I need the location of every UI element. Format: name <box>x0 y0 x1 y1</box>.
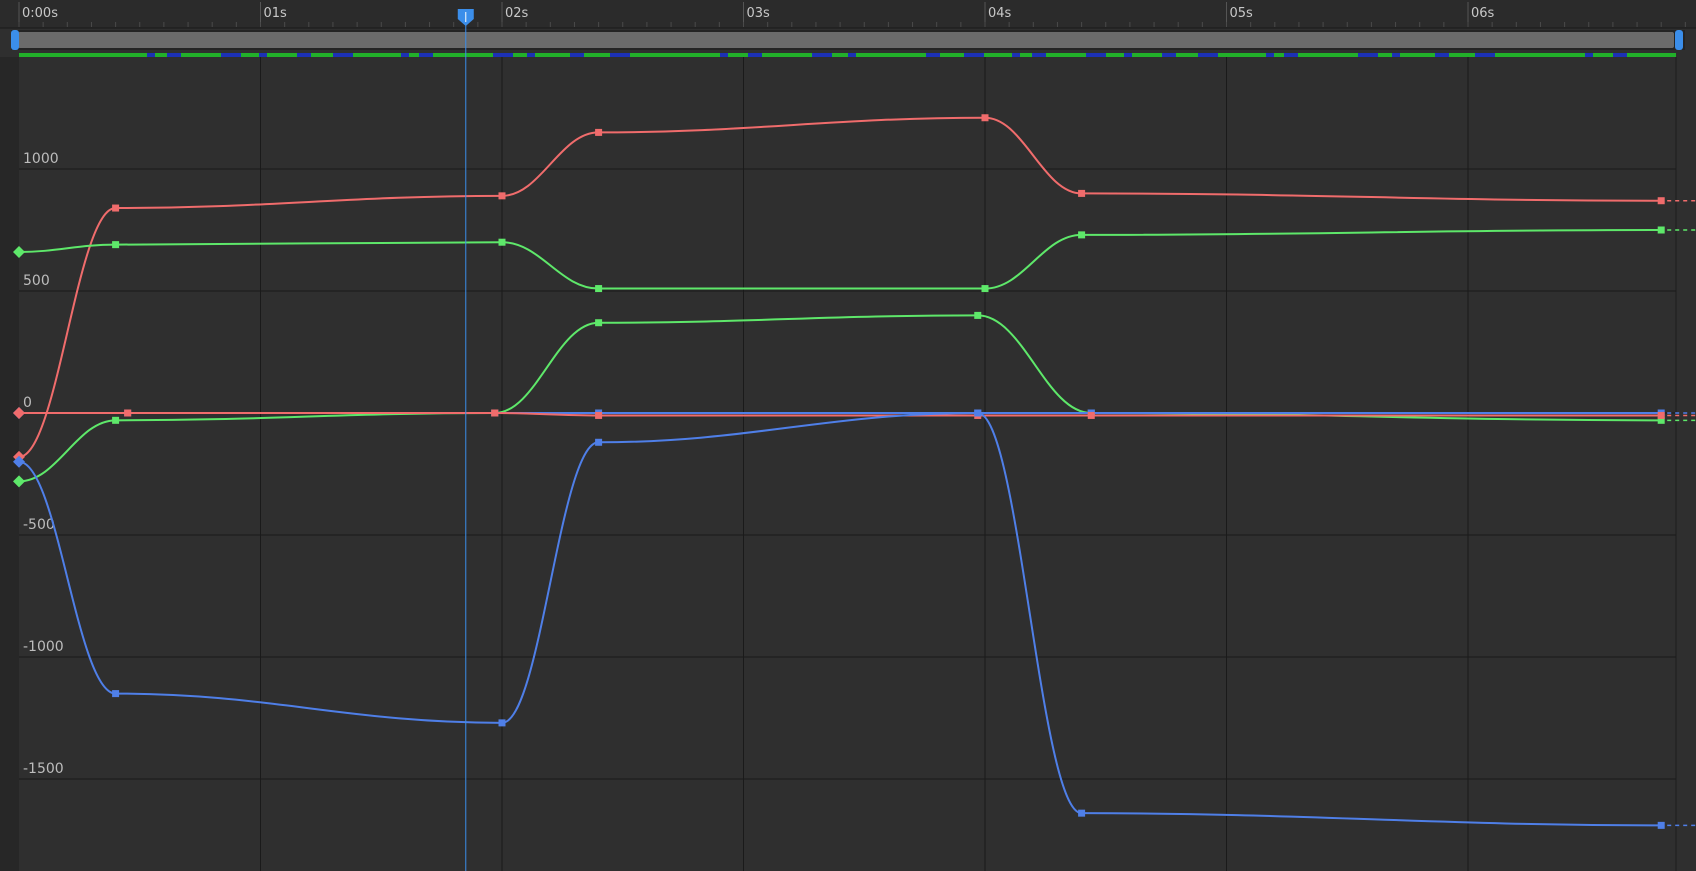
keyframe-point[interactable] <box>1078 189 1086 197</box>
time-tick-label: 04s <box>988 6 1012 21</box>
keyframe-point[interactable] <box>112 416 120 424</box>
keyframe-point[interactable] <box>595 128 603 136</box>
keyframe-point[interactable] <box>498 238 506 246</box>
summary-key-mark <box>1495 53 1585 57</box>
summary-key-mark <box>267 53 297 57</box>
summary-key-mark <box>433 53 493 57</box>
keyframe-point[interactable] <box>595 285 603 293</box>
keyframe-point[interactable] <box>112 241 120 249</box>
keyframe-point[interactable] <box>595 438 603 446</box>
summary-key-mark <box>728 53 748 57</box>
keyframe-point[interactable] <box>1657 821 1665 829</box>
keyframe-point[interactable] <box>1078 809 1086 817</box>
summary-key-mark <box>181 53 221 57</box>
summary-key-mark <box>1449 53 1475 57</box>
value-tick-label: 0 <box>23 395 32 411</box>
summary-key-mark <box>1627 53 1676 57</box>
summary-key-mark <box>513 53 527 57</box>
keyframe-point[interactable] <box>491 409 499 417</box>
keyframe-point[interactable] <box>1657 411 1665 419</box>
scrollbar-thumb[interactable] <box>18 32 1674 48</box>
keyframe-point[interactable] <box>595 319 603 327</box>
time-ruler[interactable] <box>0 0 1696 28</box>
summary-key-mark <box>1298 53 1358 57</box>
summary-key-mark <box>1400 53 1435 57</box>
summary-key-mark <box>1132 53 1162 57</box>
summary-key-mark <box>832 53 848 57</box>
summary-key-mark <box>409 53 419 57</box>
keyframe-point[interactable] <box>498 192 506 200</box>
summary-key-mark <box>119 53 147 57</box>
scrollbar-end-handle[interactable] <box>1675 30 1683 50</box>
summary-key-mark <box>1593 53 1613 57</box>
summary-key-mark <box>19 53 119 57</box>
time-tick-label: 03s <box>747 6 771 21</box>
curve-editor[interactable]: 1000 500 0 -500 -1000 -1500 0:00s 01s 02s 03s 04s… <box>0 0 1696 871</box>
summary-key-mark <box>1020 53 1032 57</box>
summary-key-mark <box>940 53 964 57</box>
timeline-scrollbar[interactable] <box>11 30 1685 50</box>
keyframe-point[interactable] <box>974 409 982 417</box>
summary-key-mark <box>1176 53 1198 57</box>
keyframe-point[interactable] <box>1078 231 1086 239</box>
time-tick-label: 02s <box>505 6 529 21</box>
value-tick-label: -1000 <box>23 639 64 655</box>
keyframe-point[interactable] <box>974 311 982 319</box>
summary-key-mark <box>241 53 259 57</box>
summary-key-mark <box>1274 53 1284 57</box>
summary-key-mark <box>1378 53 1392 57</box>
keyframe-point[interactable] <box>124 409 132 417</box>
time-tick-label: 01s <box>264 6 288 21</box>
value-tick-label: -1500 <box>23 761 64 777</box>
curve-graph[interactable]: 1000 500 0 -500 -1000 -1500 0:00s 01s 02s 03s 04s… <box>0 0 1696 871</box>
summary-key-mark <box>762 53 812 57</box>
value-tick-label: 500 <box>23 273 50 289</box>
summary-key-mark <box>1046 53 1086 57</box>
summary-key-mark <box>984 53 1012 57</box>
keyframe-point[interactable] <box>112 204 120 212</box>
scrollbar-start-handle[interactable] <box>11 30 19 50</box>
summary-key-mark <box>535 53 570 57</box>
time-tick-label: 0:00s <box>22 6 58 21</box>
summary-key-mark <box>311 53 333 57</box>
keyframe-point[interactable] <box>1657 226 1665 234</box>
key-summary-strip <box>19 53 1676 57</box>
keyframe-point[interactable] <box>981 285 989 293</box>
summary-key-mark <box>353 53 401 57</box>
keyframe-point[interactable] <box>498 719 506 727</box>
time-tick-label: 06s <box>1471 6 1495 21</box>
summary-key-mark <box>155 53 167 57</box>
keyframe-point[interactable] <box>595 411 603 419</box>
keyframe-point[interactable] <box>1657 197 1665 205</box>
value-tick-label: 1000 <box>23 151 59 167</box>
graph-background <box>0 0 1696 871</box>
keyframe-point[interactable] <box>1087 411 1095 419</box>
keyframe-point[interactable] <box>981 114 989 122</box>
summary-key-mark <box>630 53 720 57</box>
keyframe-point[interactable] <box>112 690 120 698</box>
summary-key-mark <box>1106 53 1124 57</box>
value-tick-label: -500 <box>23 517 55 533</box>
summary-key-mark <box>584 53 610 57</box>
summary-key-mark <box>856 53 926 57</box>
summary-key-mark <box>1218 53 1266 57</box>
time-tick-label: 05s <box>1230 6 1254 21</box>
